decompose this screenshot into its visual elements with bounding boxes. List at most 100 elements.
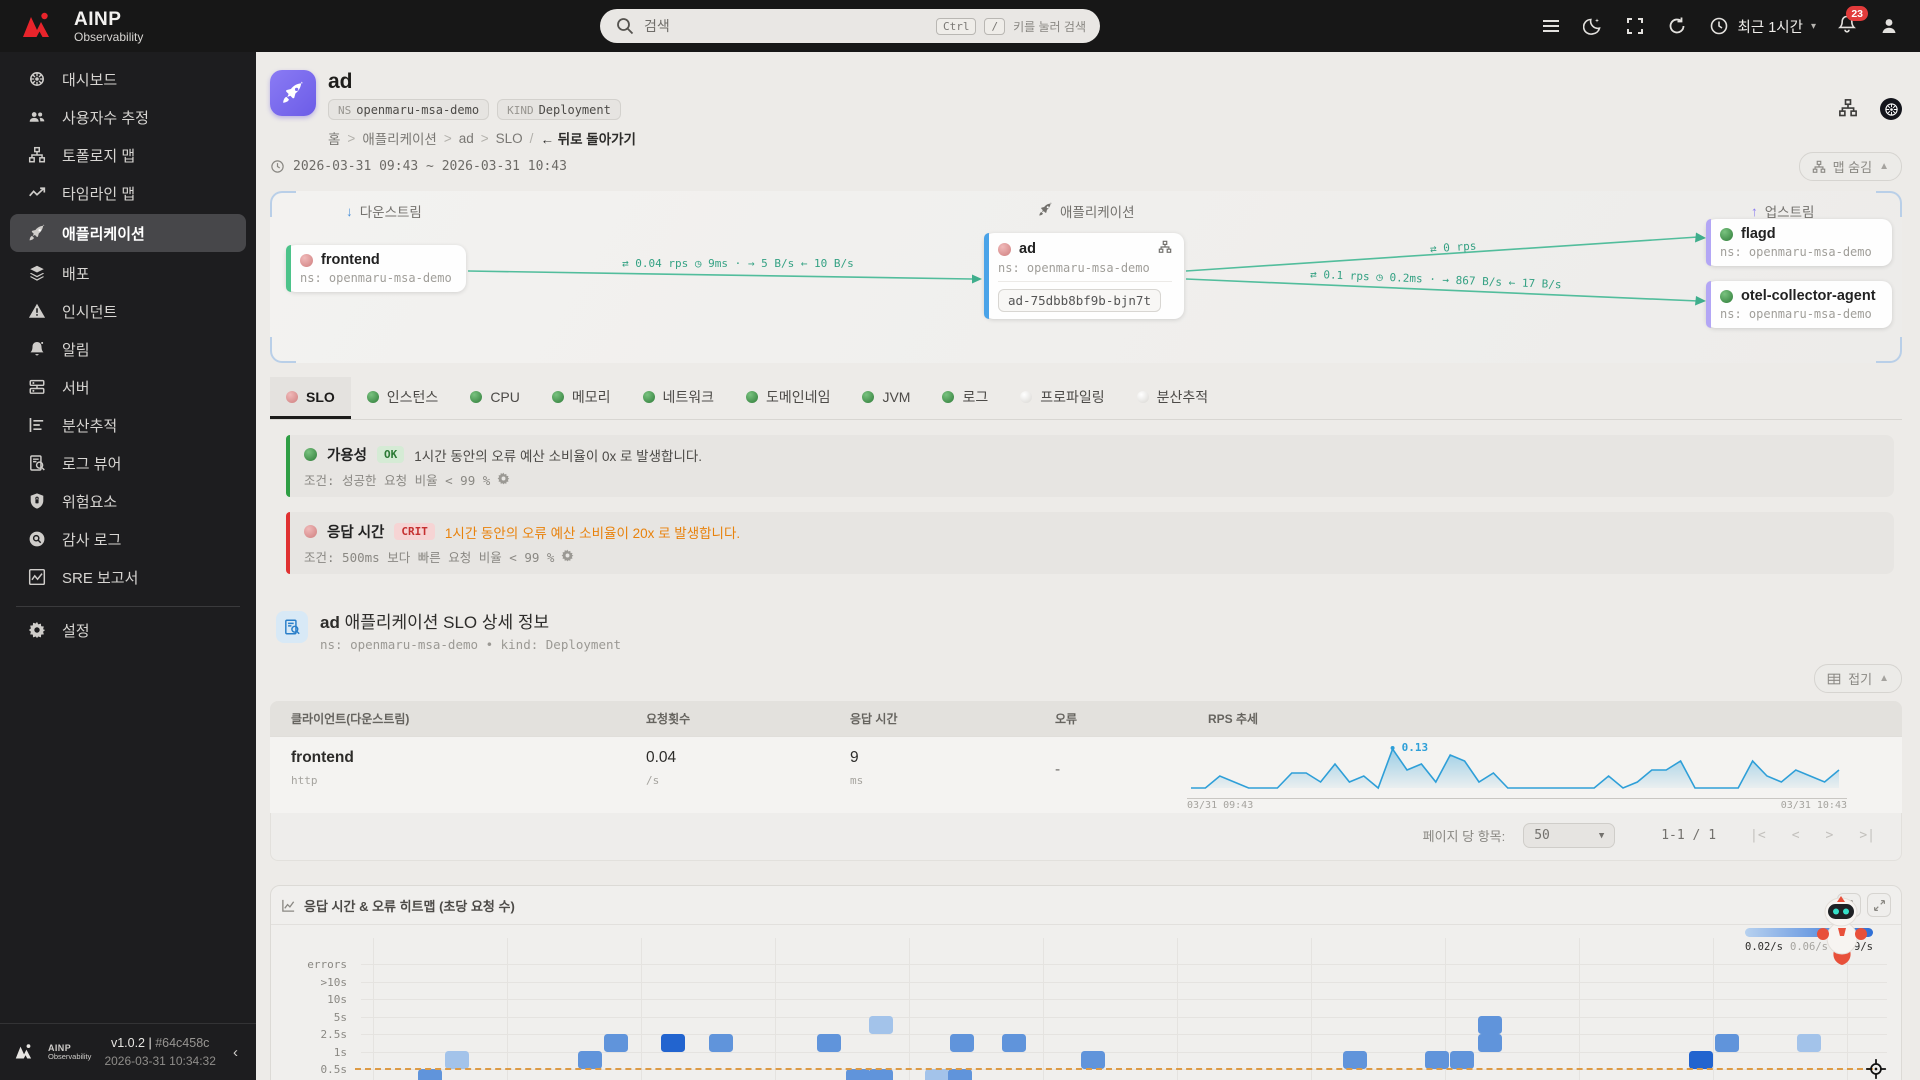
heatmap-y-label: 5s (271, 1011, 347, 1024)
heatmap-cell (445, 1051, 469, 1069)
edge-label-frontend-ad: ⇄ 0.04 rps ◷ 9ms · → 5 B/s ← 10 B/s (622, 257, 854, 270)
heatmap-cell (1425, 1051, 1449, 1069)
notification-badge: 23 (1846, 6, 1868, 21)
heatmap-cell (1002, 1034, 1026, 1052)
logview-icon (28, 454, 46, 472)
cell-requests-unit: /s (646, 774, 829, 787)
node-frontend[interactable]: frontend ns: openmaru-msa-demo (286, 245, 466, 292)
breadcrumb-home[interactable]: 홈 (328, 128, 340, 148)
sidebar-item-1[interactable]: 대시보드 (0, 60, 256, 98)
sidebar-item-13[interactable]: 감사 로그 (0, 520, 256, 558)
heatmap-cell (1478, 1016, 1502, 1034)
heatmap-cell (817, 1034, 841, 1052)
heatmap-cell (1797, 1034, 1821, 1052)
tab-분산추적[interactable]: 분산추적 (1121, 377, 1225, 419)
notifications-button[interactable]: 23 (1836, 13, 1858, 39)
heatmap-cell (1689, 1051, 1713, 1069)
fullscreen-icon[interactable] (1624, 15, 1646, 37)
crosshair-icon[interactable] (1865, 1058, 1887, 1080)
global-search[interactable]: Ctrl / 키를 눌러 검색 (600, 9, 1100, 43)
tab-로그[interactable]: 로그 (926, 377, 1004, 419)
version-block: v1.0.2 | #64c458c 2026-03-31 10:34:32 (99, 1034, 221, 1070)
tab-cpu[interactable]: CPU (454, 377, 536, 419)
brand-logo-icon (20, 10, 64, 42)
main-content: ad NSopenmaru-msa-demo KINDDeployment 홈>… (256, 52, 1920, 1080)
refresh-icon[interactable] (1666, 15, 1688, 37)
cell-requests: 0.04 (646, 749, 829, 767)
breadcrumb-app[interactable]: ad (459, 131, 474, 146)
heatmap-gridline (1713, 938, 1714, 1080)
assistant-mascot[interactable] (1805, 894, 1879, 966)
next-page-button[interactable]: > (1826, 828, 1834, 843)
tab-도메인네임[interactable]: 도메인네임 (730, 377, 846, 419)
last-page-button[interactable]: >| (1859, 828, 1875, 843)
namespace-tag: NSopenmaru-msa-demo (328, 99, 489, 120)
tab-slo[interactable]: SLO (270, 377, 351, 419)
menu-icon[interactable] (1540, 15, 1562, 37)
threshold-line (355, 1068, 1873, 1070)
sidebar-nav: 대시보드사용자수 추정토폴로지 맵타임라인 맵애플리케이션배포인시던트알림서버분… (0, 52, 256, 596)
heatmap-y-label: 10s (271, 993, 347, 1006)
pod-link[interactable]: ad-75dbb8bf9b-bjn7t (998, 289, 1161, 312)
search-input[interactable] (644, 18, 928, 34)
per-page-select[interactable]: 50 ▼ (1523, 823, 1615, 848)
node-otel-collector-agent[interactable]: otel-collector-agent ns: openmaru-msa-de… (1706, 281, 1892, 328)
heatmap-cell (604, 1034, 628, 1052)
tab-네트워크[interactable]: 네트워크 (627, 377, 731, 419)
sidebar-item-2[interactable]: 사용자수 추정 (0, 98, 256, 136)
service-map: ↓ 다운스트림 애플리케이션 ↑ 업스트림 ⇄ 0.04 rps ◷ 9ms ·… (270, 191, 1902, 363)
kubernetes-icon[interactable] (1880, 98, 1902, 120)
sidebar-item-settings[interactable]: 설정 (0, 611, 256, 649)
pagination-bar: 페이지 당 항목: 50 ▼ 1-1 / 1 |< < > >| (270, 813, 1902, 861)
shield-icon (28, 492, 46, 510)
tab-프로파일링[interactable]: 프로파일링 (1004, 377, 1120, 419)
cell-response-unit: ms (850, 774, 1034, 787)
topology-icon[interactable] (1158, 240, 1172, 258)
heatmap-cell (1081, 1051, 1105, 1069)
trace-icon (28, 416, 46, 434)
table-row[interactable]: frontend http 0.04 /s 9 ms - 0.13 0 (270, 736, 1902, 813)
user-avatar[interactable] (1878, 15, 1900, 37)
heatmap-gridline (1579, 938, 1580, 1080)
sidebar-item-8[interactable]: 알림 (0, 330, 256, 368)
slo-settings-gear-icon[interactable] (561, 549, 574, 565)
slo-settings-gear-icon[interactable] (497, 472, 510, 488)
time-range-select[interactable]: 최근 1시간 ▾ (1708, 15, 1816, 37)
tab-status-dot (746, 391, 758, 403)
time-range: 2026-03-31 09:43 ~ 2026-03-31 10:43 (270, 159, 567, 174)
map-toggle-button[interactable]: 맵 숨김 ▲ (1799, 152, 1902, 181)
topology-shortcut-icon[interactable] (1838, 98, 1858, 148)
tab-jvm[interactable]: JVM (846, 377, 926, 419)
sidebar-item-10[interactable]: 분산추적 (0, 406, 256, 444)
node-flagd[interactable]: flagd ns: openmaru-msa-demo (1706, 219, 1892, 266)
sidebar-item-12[interactable]: 위험요소 (0, 482, 256, 520)
sidebar-collapse-button[interactable]: ‹ (229, 1044, 242, 1061)
tab-인스턴스[interactable]: 인스턴스 (351, 377, 455, 419)
breadcrumb-view[interactable]: SLO (496, 131, 523, 146)
sidebar-item-5[interactable]: 애플리케이션 (10, 214, 246, 252)
sidebar-item-9[interactable]: 서버 (0, 368, 256, 406)
sidebar-item-7[interactable]: 인시던트 (0, 292, 256, 330)
search-icon (614, 15, 636, 37)
sidebar-item-11[interactable]: 로그 뷰어 (0, 444, 256, 482)
heatmap-gridline (361, 982, 1887, 983)
collapse-table-button[interactable]: 접기 ▲ (1814, 664, 1902, 693)
heatmap-cell (869, 1016, 893, 1034)
sidebar-item-14[interactable]: SRE 보고서 (0, 558, 256, 596)
breadcrumb-applications[interactable]: 애플리케이션 (362, 128, 437, 148)
col-requests: 요청횟수 (625, 701, 829, 736)
first-page-button[interactable]: |< (1750, 828, 1766, 843)
back-link[interactable]: ← 뒤로 돌아가기 (540, 128, 636, 148)
sidebar-item-4[interactable]: 타임라인 맵 (0, 174, 256, 212)
col-rps-trend: RPS 추세 (1187, 701, 1902, 736)
cell-client: frontend (291, 749, 625, 767)
tab-메모리[interactable]: 메모리 (536, 377, 627, 419)
clock-icon (270, 159, 285, 174)
sidebar-item-6[interactable]: 배포 (0, 254, 256, 292)
col-errors: 오류 (1034, 701, 1187, 736)
cell-errors: - (1055, 749, 1187, 779)
dark-mode-icon[interactable] (1582, 15, 1604, 37)
sidebar-item-3[interactable]: 토폴로지 맵 (0, 136, 256, 174)
prev-page-button[interactable]: < (1792, 828, 1800, 843)
node-ad[interactable]: ad ns: openmaru-msa-demo ad-75dbb8bf9b-b… (984, 233, 1184, 319)
